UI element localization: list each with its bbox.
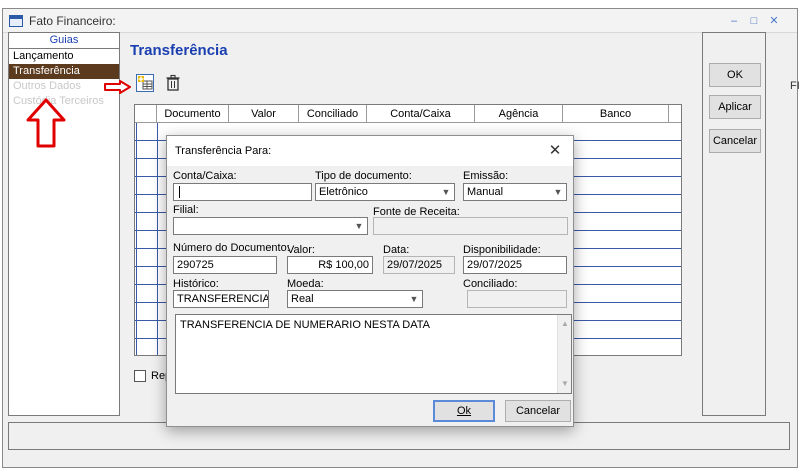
clipped-label: FI <box>790 80 800 92</box>
grid-header-conta-caixa[interactable]: Conta/Caixa <box>367 105 475 123</box>
minimize-button[interactable]: – <box>725 13 743 29</box>
historico-label: Histórico: <box>173 278 219 290</box>
red-arrow-up-icon <box>26 98 66 148</box>
fonte-receita-field <box>373 217 568 235</box>
memo-scrollbar[interactable]: ▲ ▼ <box>557 315 571 393</box>
numero-documento-label: Número do Documento: <box>173 242 290 254</box>
cancel-button[interactable]: Cancelar <box>709 129 761 153</box>
dialog-titlebar: Transferência Para: ✕ <box>167 136 573 166</box>
emissao-label: Emissão: <box>463 170 509 182</box>
nav-item-outros-dados: Outros Dados <box>13 80 81 92</box>
text-cursor <box>179 186 180 198</box>
conta-caixa-input[interactable] <box>173 183 312 201</box>
grid-header-conciliado[interactable]: Conciliado <box>299 105 367 123</box>
red-arrow-right-icon <box>104 80 131 94</box>
chevron-down-icon[interactable]: ▼ <box>552 184 564 200</box>
window-title: Fato Financeiro: <box>29 14 116 28</box>
grid-header-indicator <box>135 105 157 123</box>
repeat-checkbox[interactable] <box>134 370 146 382</box>
tipo-documento-label: Tipo de documento: <box>315 170 412 182</box>
dialog-ok-button[interactable]: Ok <box>433 400 495 422</box>
moeda-label: Moeda: <box>287 278 324 290</box>
add-row-icon[interactable] <box>136 74 154 92</box>
page-title: Transferência <box>130 42 228 59</box>
trash-icon[interactable] <box>164 74 182 92</box>
conciliado-field <box>467 290 567 308</box>
chevron-down-icon[interactable]: ▼ <box>440 184 452 200</box>
moeda-select[interactable]: Real ▼ <box>287 290 423 308</box>
data-field: 29/07/2025 <box>383 256 455 274</box>
dialog-cancel-button[interactable]: Cancelar <box>505 400 571 422</box>
grid-header-valor[interactable]: Valor <box>229 105 299 123</box>
filial-select[interactable]: ▼ <box>173 217 368 235</box>
chevron-down-icon[interactable]: ▼ <box>353 218 365 234</box>
disponibilidade-label: Disponibilidade: <box>463 244 541 256</box>
tipo-documento-select[interactable]: Eletrônico ▼ <box>315 183 455 201</box>
data-label: Data: <box>383 244 410 256</box>
transferencia-para-dialog: Transferência Para: ✕ Conta/Caixa: Tipo … <box>166 135 574 427</box>
valor-input[interactable]: R$ 100,00 <box>287 256 373 274</box>
conta-caixa-label: Conta/Caixa: <box>173 170 237 182</box>
guias-header: Guias <box>9 33 119 49</box>
filial-label: Filial: <box>173 204 199 216</box>
grid-header: Documento Valor Conciliado Conta/Caixa A… <box>135 105 681 123</box>
actions-panel: OK Aplicar Cancelar <box>702 32 766 416</box>
apply-button[interactable]: Aplicar <box>709 95 761 119</box>
memo-text: TRANSFERENCIA DE NUMERARIO NESTA DATA <box>180 319 430 331</box>
chevron-down-icon[interactable]: ▼ <box>408 291 420 307</box>
disponibilidade-input[interactable]: 29/07/2025 <box>463 256 567 274</box>
grid-header-banco[interactable]: Banco <box>563 105 669 123</box>
historico-input[interactable]: TRANSFERENCIA <box>173 290 269 308</box>
grid-header-documento[interactable]: Documento <box>157 105 229 123</box>
conciliado-label: Conciliado: <box>463 278 518 290</box>
dialog-close-button[interactable]: ✕ <box>545 141 565 161</box>
window-app-icon <box>9 15 23 27</box>
historico-memo[interactable]: TRANSFERENCIA DE NUMERARIO NESTA DATA ▲ … <box>175 314 572 394</box>
close-window-button[interactable]: ✕ <box>765 13 783 29</box>
maximize-button[interactable]: □ <box>745 13 763 29</box>
emissao-select[interactable]: Manual ▼ <box>463 183 567 201</box>
nav-item-transferencia[interactable]: Transferência <box>9 64 119 79</box>
nav-item-lancamento[interactable]: Lançamento <box>9 49 119 64</box>
scroll-up-icon[interactable]: ▲ <box>558 317 572 331</box>
valor-label: Valor: <box>287 244 315 256</box>
window-titlebar: Fato Financeiro: – □ ✕ <box>3 9 797 33</box>
grid-header-agencia[interactable]: Agência <box>475 105 563 123</box>
ok-button[interactable]: OK <box>709 63 761 87</box>
scroll-down-icon[interactable]: ▼ <box>558 377 572 391</box>
dialog-title: Transferência Para: <box>175 145 272 157</box>
numero-documento-input[interactable]: 290725 <box>173 256 277 274</box>
